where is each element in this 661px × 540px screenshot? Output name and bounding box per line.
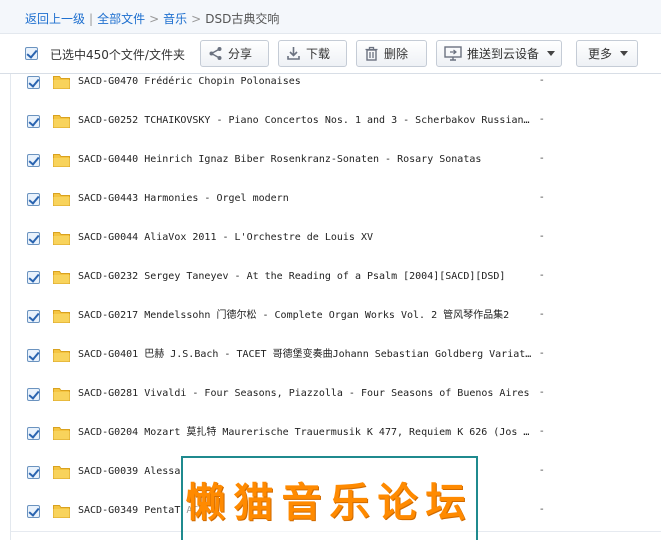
breadcrumb-all-files[interactable]: 全部文件 bbox=[97, 12, 145, 26]
share-label: 分享 bbox=[228, 47, 253, 61]
device-icon bbox=[444, 46, 462, 61]
chevron-down-icon bbox=[620, 51, 629, 56]
row-checkbox[interactable] bbox=[27, 193, 40, 206]
folder-icon bbox=[53, 427, 70, 440]
file-name[interactable]: SACD-G0470 Frédéric Chopin Polonaises bbox=[78, 75, 532, 89]
file-size: - bbox=[540, 75, 544, 86]
file-size: - bbox=[540, 465, 544, 476]
row-checkbox[interactable] bbox=[27, 466, 40, 479]
file-size: - bbox=[540, 114, 544, 125]
file-row[interactable]: SACD-G0470 Frédéric Chopin Polonaises - bbox=[11, 74, 661, 103]
file-row[interactable]: SACD-G0401 巴赫 J.S.Bach - TACET 哥德堡变奏曲Joh… bbox=[11, 336, 661, 376]
folder-icon bbox=[53, 115, 70, 128]
breadcrumb: 返回上一级 | 全部文件 > 音乐 > DSD古典交响 bbox=[0, 0, 661, 34]
file-name[interactable]: SACD-G0204 Mozart 莫扎特 Maurerische Trauer… bbox=[78, 426, 532, 440]
file-size: - bbox=[540, 504, 544, 515]
file-row[interactable]: SACD-G0217 Mendelssohn 门德尔松 - Complete O… bbox=[11, 297, 661, 337]
file-size: - bbox=[540, 192, 544, 203]
file-size: - bbox=[540, 426, 544, 437]
file-row[interactable]: SACD-G0204 Mozart 莫扎特 Maurerische Trauer… bbox=[11, 414, 661, 454]
more-button[interactable]: 更多 bbox=[576, 40, 638, 67]
row-checkbox[interactable] bbox=[27, 115, 40, 128]
row-checkbox[interactable] bbox=[27, 154, 40, 167]
folder-icon bbox=[53, 466, 70, 479]
folder-icon bbox=[53, 388, 70, 401]
file-size: - bbox=[540, 231, 544, 242]
chevron-down-icon bbox=[547, 51, 556, 56]
download-button[interactable]: 下载 bbox=[278, 40, 347, 67]
row-checkbox[interactable] bbox=[27, 232, 40, 245]
row-checkbox[interactable] bbox=[27, 310, 40, 323]
breadcrumb-current: DSD古典交响 bbox=[205, 12, 280, 26]
toolbar: 已选中450个文件/文件夹 分享 下载 删除 推送到云设备 更多 bbox=[0, 34, 661, 74]
file-name[interactable]: SACD-G0443 Harmonies - Orgel modern bbox=[78, 192, 532, 206]
file-row[interactable]: SACD-G0252 TCHAIKOVSKY - Piano Concertos… bbox=[11, 102, 661, 142]
folder-icon bbox=[53, 505, 70, 518]
folder-icon bbox=[53, 76, 70, 89]
file-name[interactable]: SACD-G0252 TCHAIKOVSKY - Piano Concertos… bbox=[78, 114, 532, 128]
select-all-checkbox[interactable] bbox=[25, 47, 38, 60]
folder-icon bbox=[53, 310, 70, 323]
folder-icon bbox=[53, 271, 70, 284]
row-checkbox[interactable] bbox=[27, 388, 40, 401]
folder-icon bbox=[53, 154, 70, 167]
file-row[interactable]: SACD-G0440 Heinrich Ignaz Biber Rosenkra… bbox=[11, 141, 661, 181]
folder-icon bbox=[53, 193, 70, 206]
share-icon bbox=[209, 47, 222, 60]
delete-button[interactable]: 删除 bbox=[356, 40, 427, 67]
trash-icon bbox=[365, 46, 378, 61]
breadcrumb-music[interactable]: 音乐 bbox=[163, 12, 187, 26]
file-name[interactable]: SACD-G0044 AliaVox 2011 - L'Orchestre de… bbox=[78, 231, 532, 245]
breadcrumb-divider: | bbox=[89, 12, 94, 26]
file-size: - bbox=[540, 270, 544, 281]
row-checkbox[interactable] bbox=[27, 427, 40, 440]
file-size: - bbox=[540, 153, 544, 164]
watermark-text: 懒猫音乐论坛 bbox=[185, 480, 474, 526]
push-device-button[interactable]: 推送到云设备 bbox=[436, 40, 562, 67]
file-size: - bbox=[540, 309, 544, 320]
file-name[interactable]: SACD-G0217 Mendelssohn 门德尔松 - Complete O… bbox=[78, 309, 532, 323]
download-label: 下载 bbox=[306, 47, 331, 61]
file-name[interactable]: SACD-G0440 Heinrich Ignaz Biber Rosenkra… bbox=[78, 153, 532, 167]
download-icon bbox=[287, 47, 300, 60]
breadcrumb-separator: > bbox=[149, 12, 160, 26]
breadcrumb-separator: > bbox=[191, 12, 202, 26]
file-name[interactable]: SACD-G0232 Sergey Taneyev - At the Readi… bbox=[78, 270, 532, 284]
delete-label: 删除 bbox=[384, 47, 409, 61]
file-name[interactable]: SACD-G0281 Vivaldi - Four Seasons, Piazz… bbox=[78, 387, 532, 401]
file-row[interactable]: SACD-G0443 Harmonies - Orgel modern - bbox=[11, 180, 661, 220]
file-row[interactable]: SACD-G0232 Sergey Taneyev - At the Readi… bbox=[11, 258, 661, 298]
watermark: 懒猫音乐论坛 bbox=[181, 456, 478, 540]
push-device-label: 推送到云设备 bbox=[467, 47, 540, 61]
back-link[interactable]: 返回上一级 bbox=[25, 12, 85, 26]
row-checkbox[interactable] bbox=[27, 505, 40, 518]
folder-icon bbox=[53, 232, 70, 245]
file-size: - bbox=[540, 348, 544, 359]
row-checkbox[interactable] bbox=[27, 271, 40, 284]
row-checkbox[interactable] bbox=[27, 76, 40, 89]
file-row[interactable]: SACD-G0281 Vivaldi - Four Seasons, Piazz… bbox=[11, 375, 661, 415]
file-name[interactable]: SACD-G0401 巴赫 J.S.Bach - TACET 哥德堡变奏曲Joh… bbox=[78, 348, 532, 362]
selection-count: 已选中450个文件/文件夹 bbox=[50, 48, 185, 62]
more-label: 更多 bbox=[588, 47, 613, 61]
row-checkbox[interactable] bbox=[27, 349, 40, 362]
file-size: - bbox=[540, 387, 544, 398]
file-row[interactable]: SACD-G0044 AliaVox 2011 - L'Orchestre de… bbox=[11, 219, 661, 259]
share-button[interactable]: 分享 bbox=[200, 40, 269, 67]
folder-icon bbox=[53, 349, 70, 362]
